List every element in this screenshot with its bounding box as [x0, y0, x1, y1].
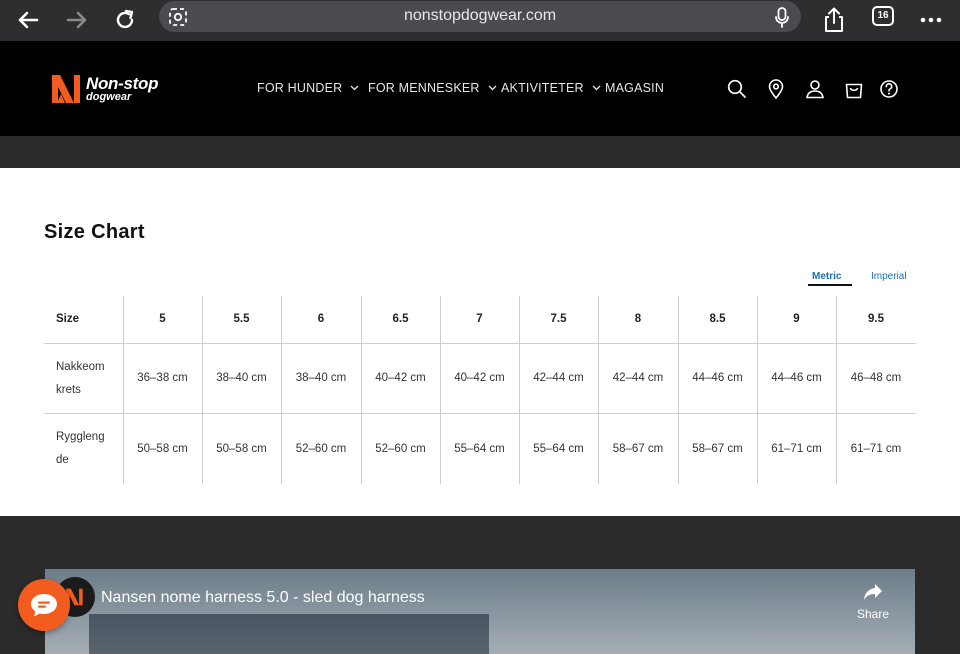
site-header: Non-stop dogwear FOR HUNDER FOR MENNESKE…	[0, 41, 960, 136]
chevron-down-icon	[350, 85, 359, 91]
unit-tab-imperial[interactable]: Imperial	[871, 271, 907, 282]
page-title: Size Chart	[44, 221, 145, 243]
store-locator-pin-icon[interactable]	[765, 78, 787, 100]
nav-for-hunder[interactable]: FOR HUNDER	[257, 81, 359, 95]
column-divider	[598, 296, 599, 484]
table-header-cell: 7	[476, 313, 483, 325]
table-header-cell: 9.5	[868, 313, 884, 325]
header-spacer-strip	[0, 136, 960, 168]
table-cell: 46–48 cm	[850, 372, 902, 384]
table-cell: 36–38 cm	[137, 372, 188, 384]
nav-label: MAGASIN	[605, 81, 665, 95]
table-cell: 50–58 cm	[216, 442, 267, 455]
table-row-label: Ryggleng de	[56, 431, 105, 466]
table-header-cell: 5	[159, 313, 166, 325]
share-label: Share	[856, 607, 890, 621]
tab-count-badge[interactable]: 16	[872, 6, 894, 26]
table-cell: 50–58 cm	[137, 442, 188, 455]
table-cell: 55–64 cm	[454, 442, 505, 455]
nav-magasin[interactable]: MAGASIN	[605, 81, 664, 95]
table-cell: 58–67 cm	[692, 442, 743, 455]
table-cell: 58–67 cm	[612, 442, 664, 455]
nav-for-mennesker[interactable]: FOR MENNESKER	[368, 81, 497, 95]
search-icon[interactable]	[726, 78, 748, 100]
unit-tab-metric[interactable]: Metric	[812, 271, 841, 282]
table-header-cell: 8.5	[709, 313, 726, 325]
table-cell: 44–46 cm	[692, 372, 743, 384]
table-cell: 40–42 cm	[454, 372, 505, 384]
table-header-cell: 8	[634, 313, 642, 325]
video-thumbnail	[89, 614, 489, 654]
microphone-icon[interactable]	[774, 6, 790, 33]
table-header-cell: 9	[793, 313, 800, 325]
table-header-cell: 6	[317, 313, 325, 325]
video-share-button[interactable]: Share	[851, 581, 895, 625]
table-cell: 38–40 cm	[216, 372, 267, 384]
table-header-cell: 7.5	[550, 313, 567, 325]
table-row: Nakkeom krets 36–38 cm 38–40 cm 38–40 cm…	[44, 344, 916, 414]
url-text[interactable]: nonstopdogwear.com	[159, 7, 801, 25]
column-divider	[123, 296, 124, 484]
back-arrow-icon[interactable]	[12, 4, 44, 36]
nav-aktiviteter[interactable]: AKTIVITETER	[501, 81, 601, 95]
brand-logo-icon	[52, 75, 80, 103]
video-player[interactable]: Nansen nome harness 5.0 - sled dog harne…	[45, 569, 915, 654]
table-cell: 40–42 cm	[375, 372, 426, 384]
share-arrow-icon	[864, 584, 882, 600]
column-divider	[836, 296, 837, 484]
column-divider	[440, 296, 441, 484]
active-unit-underline	[808, 284, 852, 286]
column-divider	[519, 296, 520, 484]
account-user-icon[interactable]	[804, 78, 826, 100]
cart-bag-icon[interactable]	[843, 78, 865, 100]
nav-label: FOR MENNESKER	[368, 81, 480, 95]
nav-label: FOR HUNDER	[257, 81, 343, 95]
chevron-down-icon	[592, 85, 601, 91]
column-divider	[678, 296, 679, 484]
table-cell: 38–40 cm	[295, 372, 347, 384]
chat-bubble-icon	[31, 594, 57, 617]
table-cell: 52–60 cm	[295, 442, 347, 455]
address-bar[interactable]: nonstopdogwear.com	[159, 1, 801, 32]
browser-toolbar: nonstopdogwear.com 16	[0, 0, 960, 41]
table-row-label: Nakkeom krets	[56, 360, 105, 396]
column-divider	[281, 296, 282, 484]
reload-icon[interactable]	[109, 4, 141, 36]
table-cell: 52–60 cm	[375, 442, 426, 455]
more-options-icon[interactable]	[915, 4, 947, 36]
logo-sub-text: dogwear	[86, 91, 132, 103]
chat-widget-button[interactable]	[18, 579, 70, 631]
table-cell: 55–64 cm	[533, 442, 584, 455]
chevron-down-icon	[488, 85, 497, 91]
table-cell: 42–44 cm	[533, 372, 584, 384]
size-chart-section: Size Chart Metric Imperial Size 5 5.5 6 …	[0, 168, 960, 516]
table-cell: 44–46 cm	[771, 372, 822, 384]
table-cell: 61–71 cm	[850, 442, 902, 455]
table-header-cell: Size	[56, 313, 80, 325]
table-header-row: Size 5 5.5 6 6.5 7 7.5 8 8.5 9 9.5	[44, 296, 916, 344]
video-section: Nansen nome harness 5.0 - sled dog harne…	[0, 516, 960, 654]
table-header-cell: 6.5	[392, 313, 409, 325]
brand-logo[interactable]: Non-stop dogwear	[50, 72, 172, 108]
share-page-icon[interactable]	[818, 4, 850, 36]
table-cell: 61–71 cm	[771, 442, 822, 455]
video-title[interactable]: Nansen nome harness 5.0 - sled dog harne…	[101, 589, 425, 607]
nav-label: AKTIVITETER	[501, 81, 584, 95]
forward-arrow-icon[interactable]	[61, 4, 93, 36]
help-question-icon[interactable]	[878, 78, 900, 100]
column-divider	[202, 296, 203, 484]
table-row: Ryggleng de 50–58 cm 50–58 cm 52–60 cm 5…	[44, 414, 916, 484]
table-cell: 42–44 cm	[612, 372, 664, 384]
table-header-cell: 5.5	[233, 313, 250, 325]
column-divider	[757, 296, 758, 484]
column-divider	[361, 296, 362, 484]
